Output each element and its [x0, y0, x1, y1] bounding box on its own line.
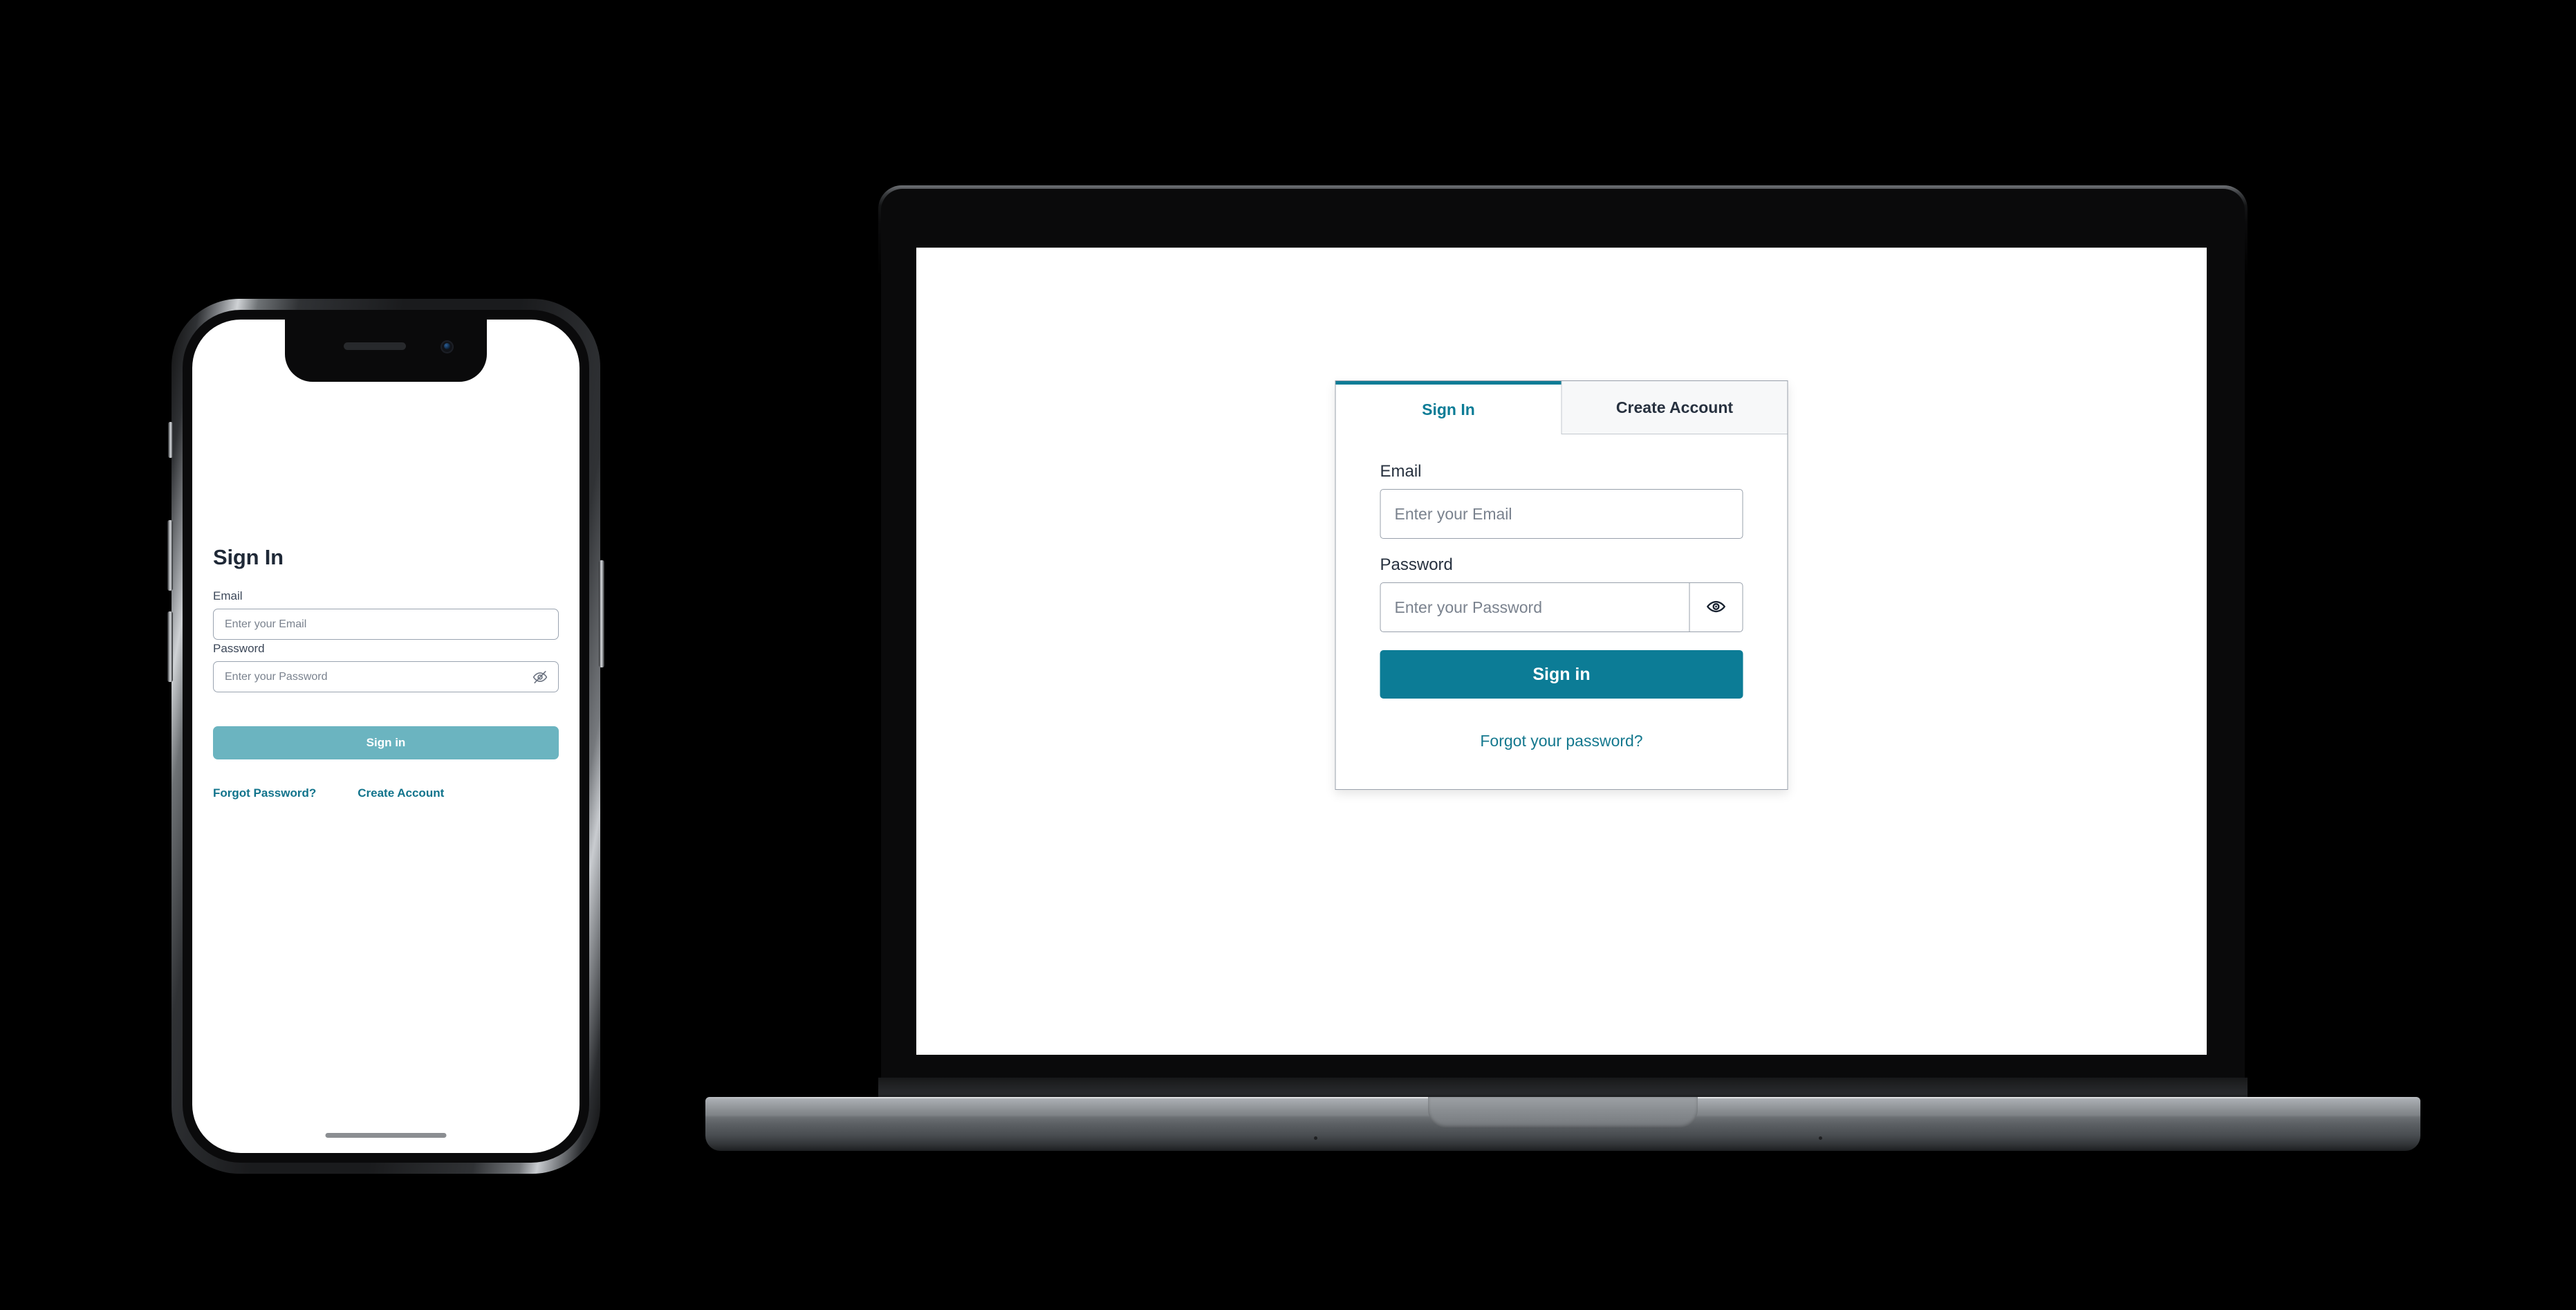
phone-password-input[interactable]: Enter your Password [213, 661, 559, 692]
password-placeholder: Enter your Password [1394, 598, 1542, 616]
device-mockup-stage: Sign In Email Enter your Email Password … [0, 0, 2576, 1310]
phone-volume-down-button[interactable] [167, 611, 173, 682]
phone-email-field-group: Email Enter your Email [213, 589, 559, 640]
phone-email-label: Email [213, 589, 243, 602]
password-row: Enter your Password [1380, 582, 1743, 632]
phone-footer-links: Forgot Password? Create Account [213, 786, 559, 800]
laptop-foot-right [1819, 1136, 1822, 1140]
forgot-password-link[interactable]: Forgot your password? [1480, 732, 1642, 750]
phone-power-button[interactable] [599, 560, 604, 667]
phone-page-title: Sign In [213, 545, 284, 569]
phone-password-label: Password [213, 642, 265, 655]
phone-silent-switch[interactable] [168, 422, 173, 458]
laptop-screen: Sign In Create Account Email Enter your … [916, 248, 2207, 1055]
phone-signin-button[interactable]: Sign in [213, 726, 559, 759]
auth-tabs: Sign In Create Account [1335, 381, 1788, 434]
laptop-base [705, 1097, 2420, 1151]
phone-password-placeholder: Enter your Password [225, 670, 328, 683]
laptop-device: Sign In Create Account Email Enter your … [705, 185, 2420, 1154]
phone-email-placeholder: Enter your Email [225, 618, 307, 630]
phone-notch [285, 320, 487, 382]
forgot-password-row: Forgot your password? [1380, 732, 1743, 750]
phone-forgot-password-link[interactable]: Forgot Password? [213, 786, 316, 800]
signin-form: Email Enter your Email Password Enter yo… [1336, 434, 1788, 789]
tab-sign-in[interactable]: Sign In [1335, 381, 1562, 434]
phone-signin-app: Sign In Email Enter your Email Password … [192, 320, 580, 1153]
eye-icon [1706, 596, 1727, 619]
form-spacer [1380, 539, 1743, 555]
password-input[interactable]: Enter your Password [1380, 582, 1689, 632]
email-input[interactable]: Enter your Email [1380, 489, 1743, 539]
phone-device: Sign In Email Enter your Email Password … [167, 299, 604, 1174]
laptop-foot-left [1314, 1136, 1317, 1140]
laptop-base-notch [1428, 1097, 1698, 1127]
phone-email-input[interactable]: Enter your Email [213, 609, 559, 640]
phone-screen: Sign In Email Enter your Email Password … [192, 320, 580, 1153]
email-placeholder: Enter your Email [1394, 504, 1512, 523]
signin-card: Sign In Create Account Email Enter your … [1335, 380, 1788, 790]
password-label: Password [1380, 555, 1453, 574]
signin-button[interactable]: Sign in [1380, 650, 1743, 699]
phone-home-indicator[interactable] [325, 1133, 447, 1138]
email-label: Email [1380, 462, 1422, 481]
speaker-grille-icon [344, 342, 406, 350]
phone-password-field-group: Password Enter your Password [213, 642, 559, 692]
password-visibility-toggle[interactable] [1689, 582, 1743, 632]
phone-create-account-link[interactable]: Create Account [358, 786, 444, 800]
phone-volume-up-button[interactable] [167, 520, 173, 591]
front-camera-icon [441, 340, 454, 353]
laptop-lid: Sign In Create Account Email Enter your … [878, 185, 2248, 1098]
eye-slash-icon[interactable] [532, 669, 548, 685]
tab-create-account[interactable]: Create Account [1561, 381, 1788, 434]
